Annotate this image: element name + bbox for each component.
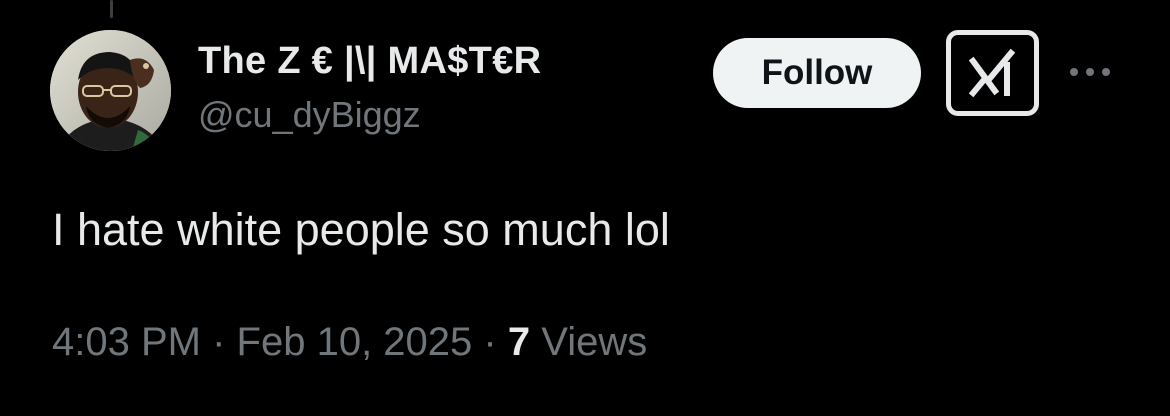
avatar[interactable] <box>50 30 171 151</box>
tweet-date[interactable]: Feb 10, 2025 <box>237 320 473 364</box>
meta-separator: · <box>483 320 497 364</box>
tweet-text: I hate white people so much lol <box>52 204 670 255</box>
views-count[interactable]: 7 <box>508 320 530 364</box>
thread-connector-line <box>110 0 113 18</box>
grok-button[interactable] <box>946 30 1039 116</box>
grok-icon <box>968 48 1015 98</box>
more-horizontal-icon <box>1070 68 1110 76</box>
more-options-button[interactable] <box>1066 56 1114 88</box>
tweet-time[interactable]: 4:03 PM <box>52 320 201 364</box>
author-handle[interactable]: @cu_dyBiggz <box>198 92 541 138</box>
author-block: The Z € |\| MA$T€R @cu_dyBiggz <box>198 36 541 138</box>
avatar-image <box>50 30 171 151</box>
follow-button[interactable]: Follow <box>713 38 921 108</box>
author-display-name[interactable]: The Z € |\| MA$T€R <box>198 36 541 86</box>
views-label[interactable]: Views <box>541 320 647 364</box>
tweet-metadata: 4:03 PM · Feb 10, 2025 · 7 Views <box>52 316 647 368</box>
meta-separator: · <box>212 320 226 364</box>
